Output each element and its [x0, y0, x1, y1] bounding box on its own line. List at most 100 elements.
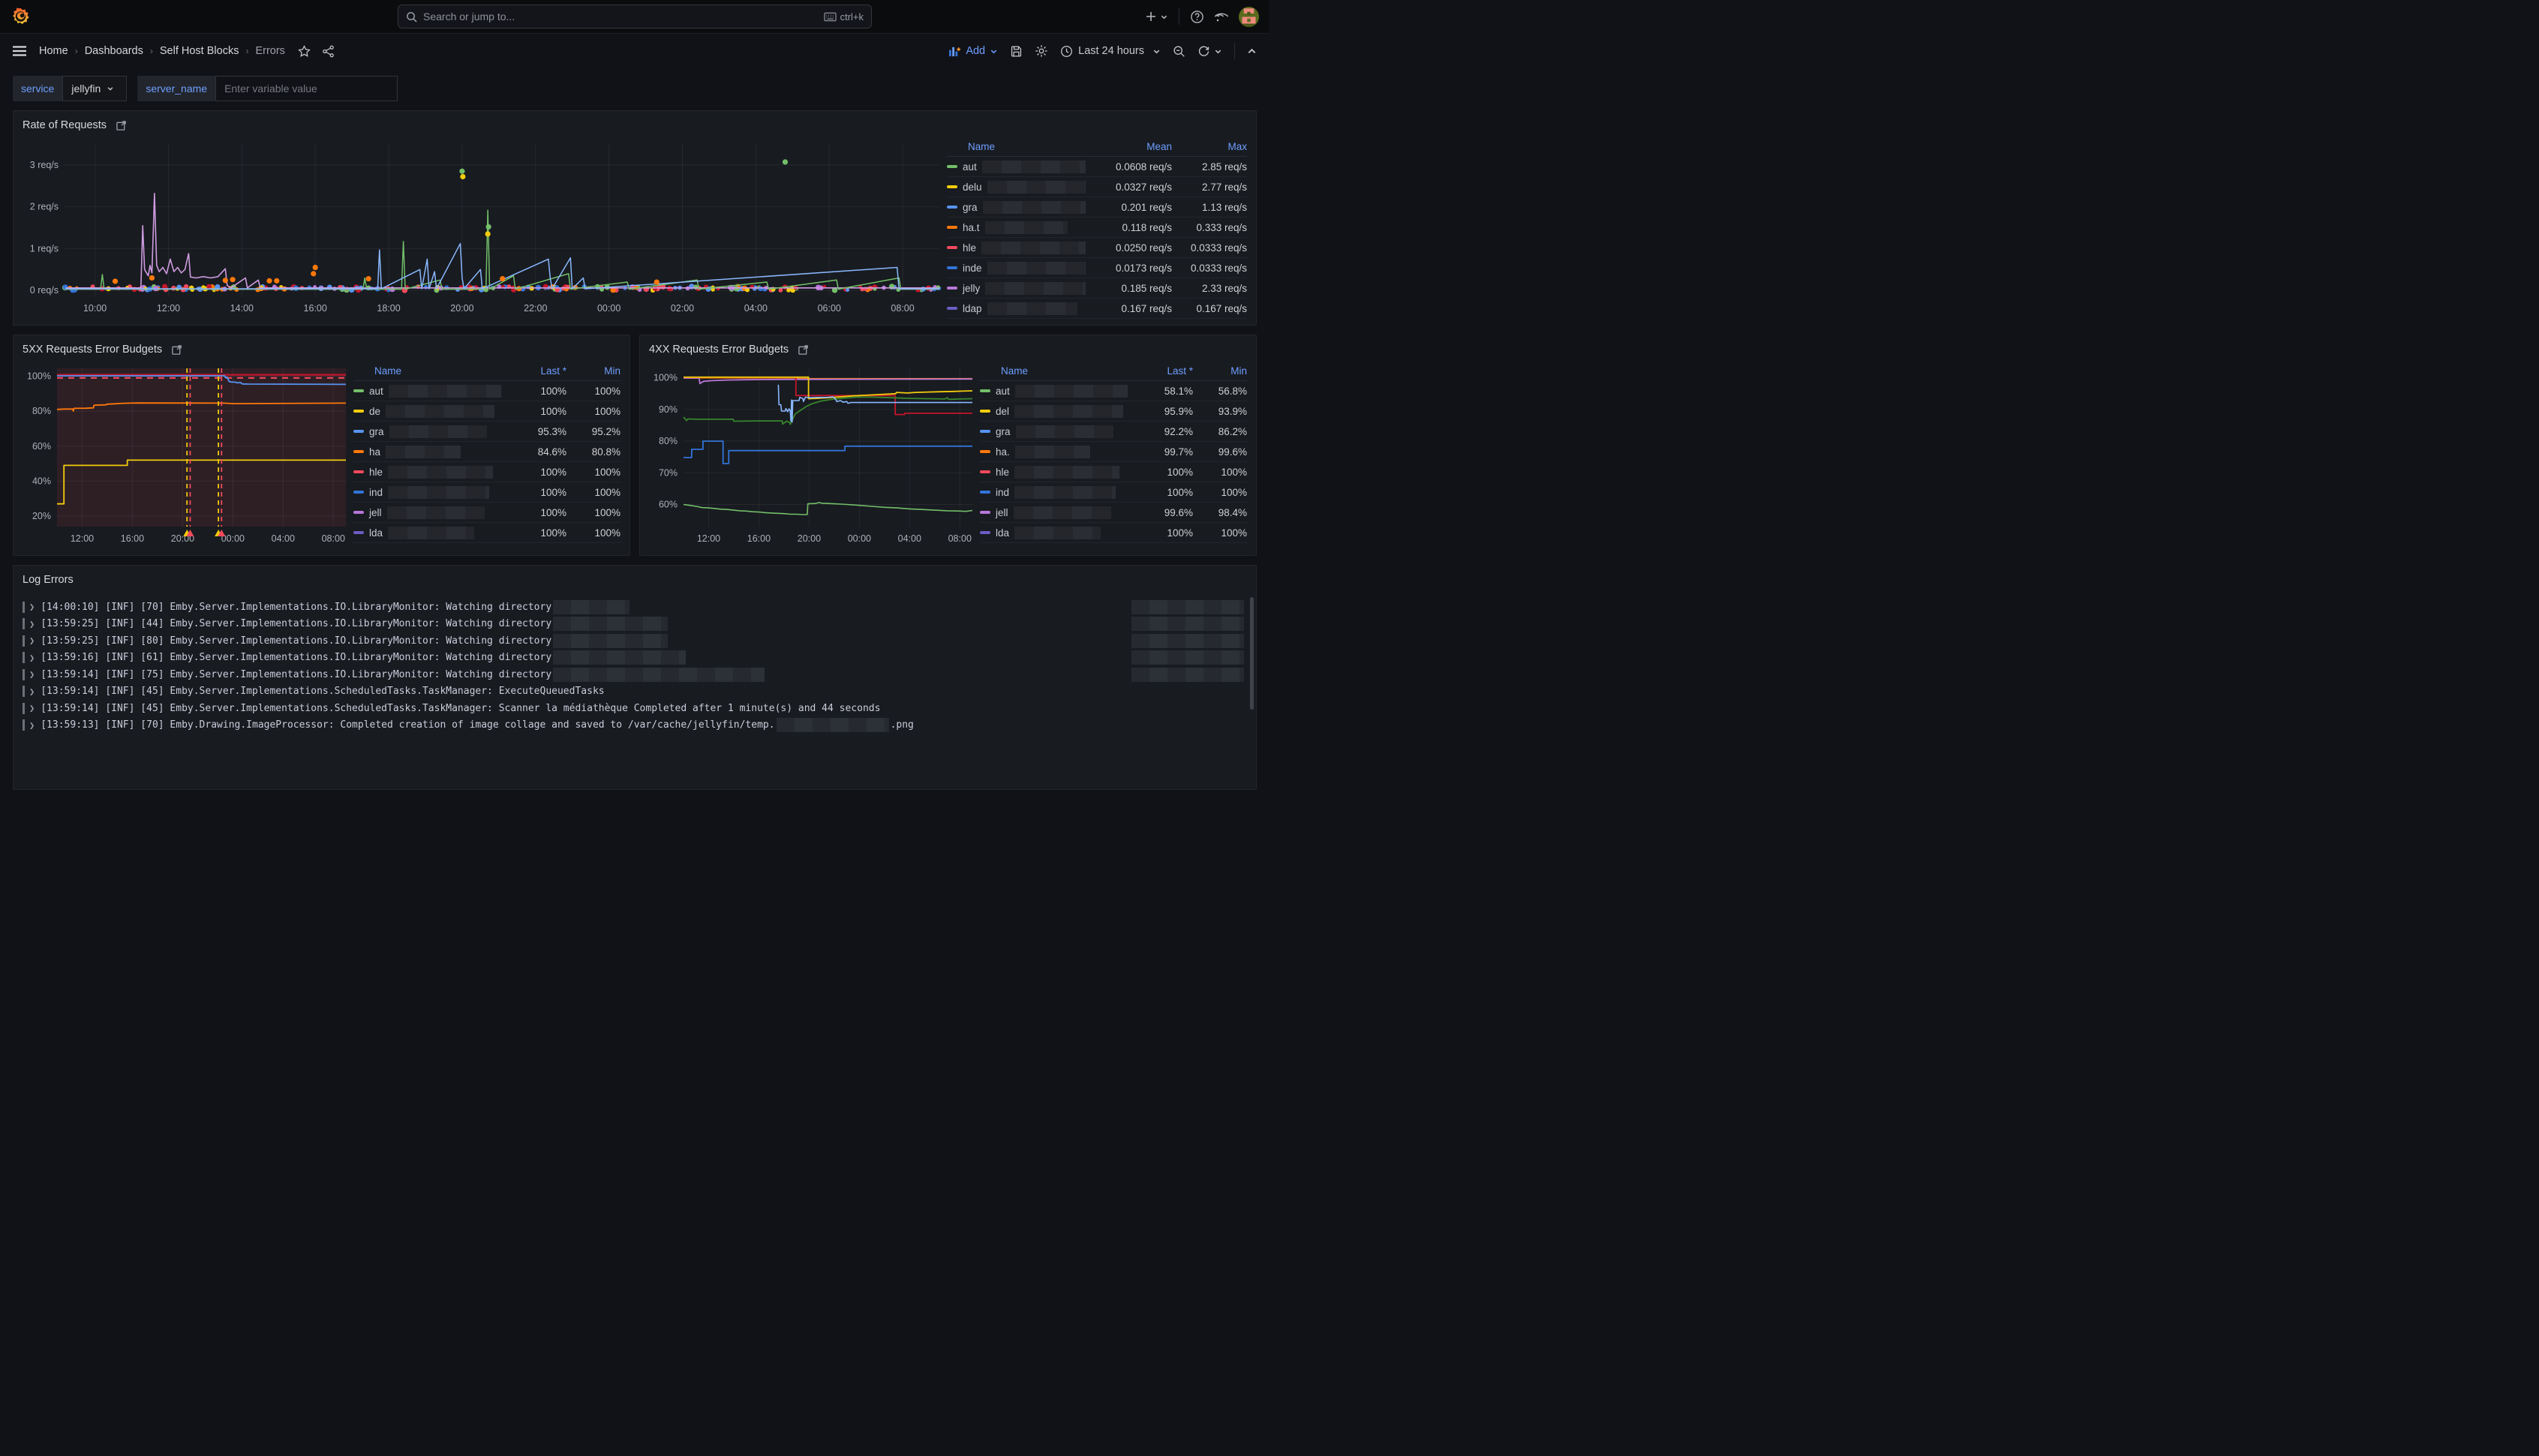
save-dashboard-button[interactable] — [1010, 45, 1023, 58]
svg-text:10:00: 10:00 — [83, 303, 107, 314]
legend-row[interactable]: ha.t0.118 req/s0.333 req/s — [947, 218, 1247, 238]
log-line[interactable]: ❯[13:59:25] [INF] [44] Emby.Server.Imple… — [23, 616, 1245, 633]
legend-row[interactable]: ind100%100% — [980, 482, 1247, 503]
log-line[interactable]: ❯[13:59:14] [INF] [45] Emby.Server.Imple… — [23, 700, 1245, 717]
legend-value: 100% — [508, 487, 566, 498]
log-expand-chevron-icon[interactable]: ❯ — [29, 635, 35, 646]
legend-row[interactable]: lda100%100% — [353, 523, 620, 543]
log-line[interactable]: ❯[13:59:13] [INF] [70] Emby.Drawing.Imag… — [23, 717, 1245, 734]
legend-col[interactable]: Min — [1193, 365, 1247, 377]
log-expand-chevron-icon[interactable]: ❯ — [29, 653, 35, 663]
legend-col-name[interactable]: Name — [947, 141, 1086, 152]
log-level-bar — [23, 635, 25, 647]
variable-service-select[interactable]: jellyfin — [62, 76, 127, 101]
legend-row[interactable]: hle0.0250 req/s0.0333 req/s — [947, 238, 1247, 258]
legend-row[interactable]: ha.99.7%99.6% — [980, 442, 1247, 462]
log-line[interactable]: ❯[13:59:25] [INF] [80] Emby.Server.Imple… — [23, 632, 1245, 650]
legend-col-name[interactable]: Name — [353, 365, 508, 377]
log-line[interactable]: ❯[13:59:16] [INF] [61] Emby.Server.Imple… — [23, 650, 1245, 667]
panel-title[interactable]: 5XX Requests Error Budgets — [23, 344, 162, 356]
zoom-out-button[interactable] — [1173, 45, 1185, 58]
variable-server-name-input[interactable] — [215, 76, 398, 101]
panel-title[interactable]: Log Errors — [23, 574, 74, 586]
breadcrumb-folder[interactable]: Self Host Blocks — [160, 45, 239, 57]
new-button[interactable] — [1145, 11, 1168, 23]
rate-of-requests-chart[interactable]: 10:0012:0014:0016:0018:0020:0022:0000:00… — [18, 137, 947, 317]
legend-row[interactable]: hle100%100% — [353, 462, 620, 482]
svg-text:0 req/s: 0 req/s — [30, 285, 59, 296]
breadcrumb-home[interactable]: Home — [39, 45, 68, 57]
series-name-prefix: ha.t — [963, 222, 980, 233]
legend-col[interactable]: Last * — [1134, 365, 1193, 377]
grafana-dashboard: { "topbar": { "search_placeholder": "Sea… — [0, 0, 1270, 728]
external-link-icon[interactable] — [116, 120, 127, 131]
legend-row[interactable]: hle100%100% — [980, 462, 1247, 482]
legend-row[interactable]: del95.9%93.9% — [980, 401, 1247, 422]
external-link-icon[interactable] — [798, 344, 809, 356]
share-button[interactable] — [322, 45, 335, 58]
log-expand-chevron-icon[interactable]: ❯ — [29, 602, 35, 612]
legend-row[interactable]: jelly0.185 req/s2.33 req/s — [947, 278, 1247, 299]
external-link-icon[interactable] — [171, 344, 182, 356]
variable-server-name: server_name — [137, 76, 398, 101]
log-line[interactable]: ❯[13:59:14] [INF] [75] Emby.Server.Imple… — [23, 666, 1245, 683]
log-expand-chevron-icon[interactable]: ❯ — [29, 703, 35, 713]
legend-row[interactable]: jell100%100% — [353, 503, 620, 523]
collapse-toolbar-button[interactable] — [1247, 47, 1257, 56]
menu-toggle-button[interactable] — [13, 46, 26, 56]
legend-row[interactable]: gra95.3%95.2% — [353, 422, 620, 442]
legend-col[interactable]: Mean — [1086, 141, 1172, 152]
legend-row[interactable]: ind100%100% — [353, 482, 620, 503]
series-name-prefix: inde — [963, 263, 982, 274]
log-expand-chevron-icon[interactable]: ❯ — [29, 619, 35, 629]
legend-value: 58.1% — [1134, 386, 1193, 397]
favorite-star-button[interactable] — [298, 45, 311, 58]
log-expand-chevron-icon[interactable]: ❯ — [29, 669, 35, 680]
legend-col-name[interactable]: Name — [980, 365, 1134, 377]
redacted-log-text — [553, 650, 686, 665]
panel-title[interactable]: 4XX Requests Error Budgets — [649, 344, 789, 356]
help-button[interactable] — [1190, 10, 1204, 24]
5xx-chart[interactable]: 12:0016:0020:0000:0004:0008:0020%40%60%8… — [18, 361, 353, 548]
log-line[interactable]: ❯[14:00:10] [INF] [70] Emby.Server.Imple… — [23, 599, 1245, 616]
add-panel-button[interactable]: Add — [948, 45, 998, 57]
save-icon — [1010, 45, 1023, 58]
chevron-down-icon — [1214, 47, 1222, 56]
legend-row[interactable]: delu0.0327 req/s2.77 req/s — [947, 177, 1247, 197]
legend-col[interactable]: Max — [1172, 141, 1247, 152]
legend-row[interactable]: lda100%100% — [980, 523, 1247, 543]
redacted-log-text — [553, 617, 668, 631]
legend-row[interactable]: gra0.201 req/s1.13 req/s — [947, 197, 1247, 218]
legend-col[interactable]: Last * — [508, 365, 566, 377]
legend-row[interactable]: aut0.0608 req/s2.85 req/s — [947, 157, 1247, 177]
log-expand-chevron-icon[interactable]: ❯ — [29, 720, 35, 731]
legend-row[interactable]: aut58.1%56.8% — [980, 381, 1247, 401]
legend-row[interactable]: inde0.0173 req/s0.0333 req/s — [947, 258, 1247, 278]
legend-row[interactable]: de100%100% — [353, 401, 620, 422]
log-scrollbar[interactable] — [1250, 597, 1254, 710]
refresh-button[interactable] — [1197, 45, 1222, 58]
svg-text:00:00: 00:00 — [848, 533, 871, 544]
svg-text:08:00: 08:00 — [891, 303, 914, 314]
rate-legend: NameMeanMax aut0.0608 req/s2.85 req/sdelu… — [947, 137, 1247, 319]
news-rss-button[interactable] — [1215, 10, 1228, 23]
search-input[interactable]: Search or jump to... ctrl+k — [398, 5, 872, 29]
log-expand-chevron-icon[interactable]: ❯ — [29, 686, 35, 697]
legend-row[interactable]: jell99.6%98.4% — [980, 503, 1247, 523]
legend-row[interactable]: gra92.2%86.2% — [980, 422, 1247, 442]
legend-row[interactable]: ha84.6%80.8% — [353, 442, 620, 462]
dashboard-settings-button[interactable] — [1035, 44, 1048, 58]
legend-col[interactable]: Min — [566, 365, 620, 377]
legend-row[interactable]: ldap0.167 req/s0.167 req/s — [947, 299, 1247, 319]
time-range-picker[interactable]: Last 24 hours — [1060, 45, 1161, 58]
4xx-chart[interactable]: 12:0016:0020:0000:0004:0008:0060%70%80%9… — [645, 361, 980, 548]
series-color-swatch — [947, 246, 957, 249]
breadcrumb-dashboards[interactable]: Dashboards — [85, 45, 143, 57]
panel-title[interactable]: Rate of Requests — [23, 119, 107, 131]
grafana-logo[interactable] — [11, 7, 31, 27]
avatar[interactable] — [1239, 7, 1259, 27]
log-line[interactable]: ❯[13:59:14] [INF] [45] Emby.Server.Imple… — [23, 683, 1245, 701]
legend-row[interactable]: aut100%100% — [353, 381, 620, 401]
log-level-bar — [23, 719, 25, 731]
log-level-bar — [23, 652, 25, 663]
